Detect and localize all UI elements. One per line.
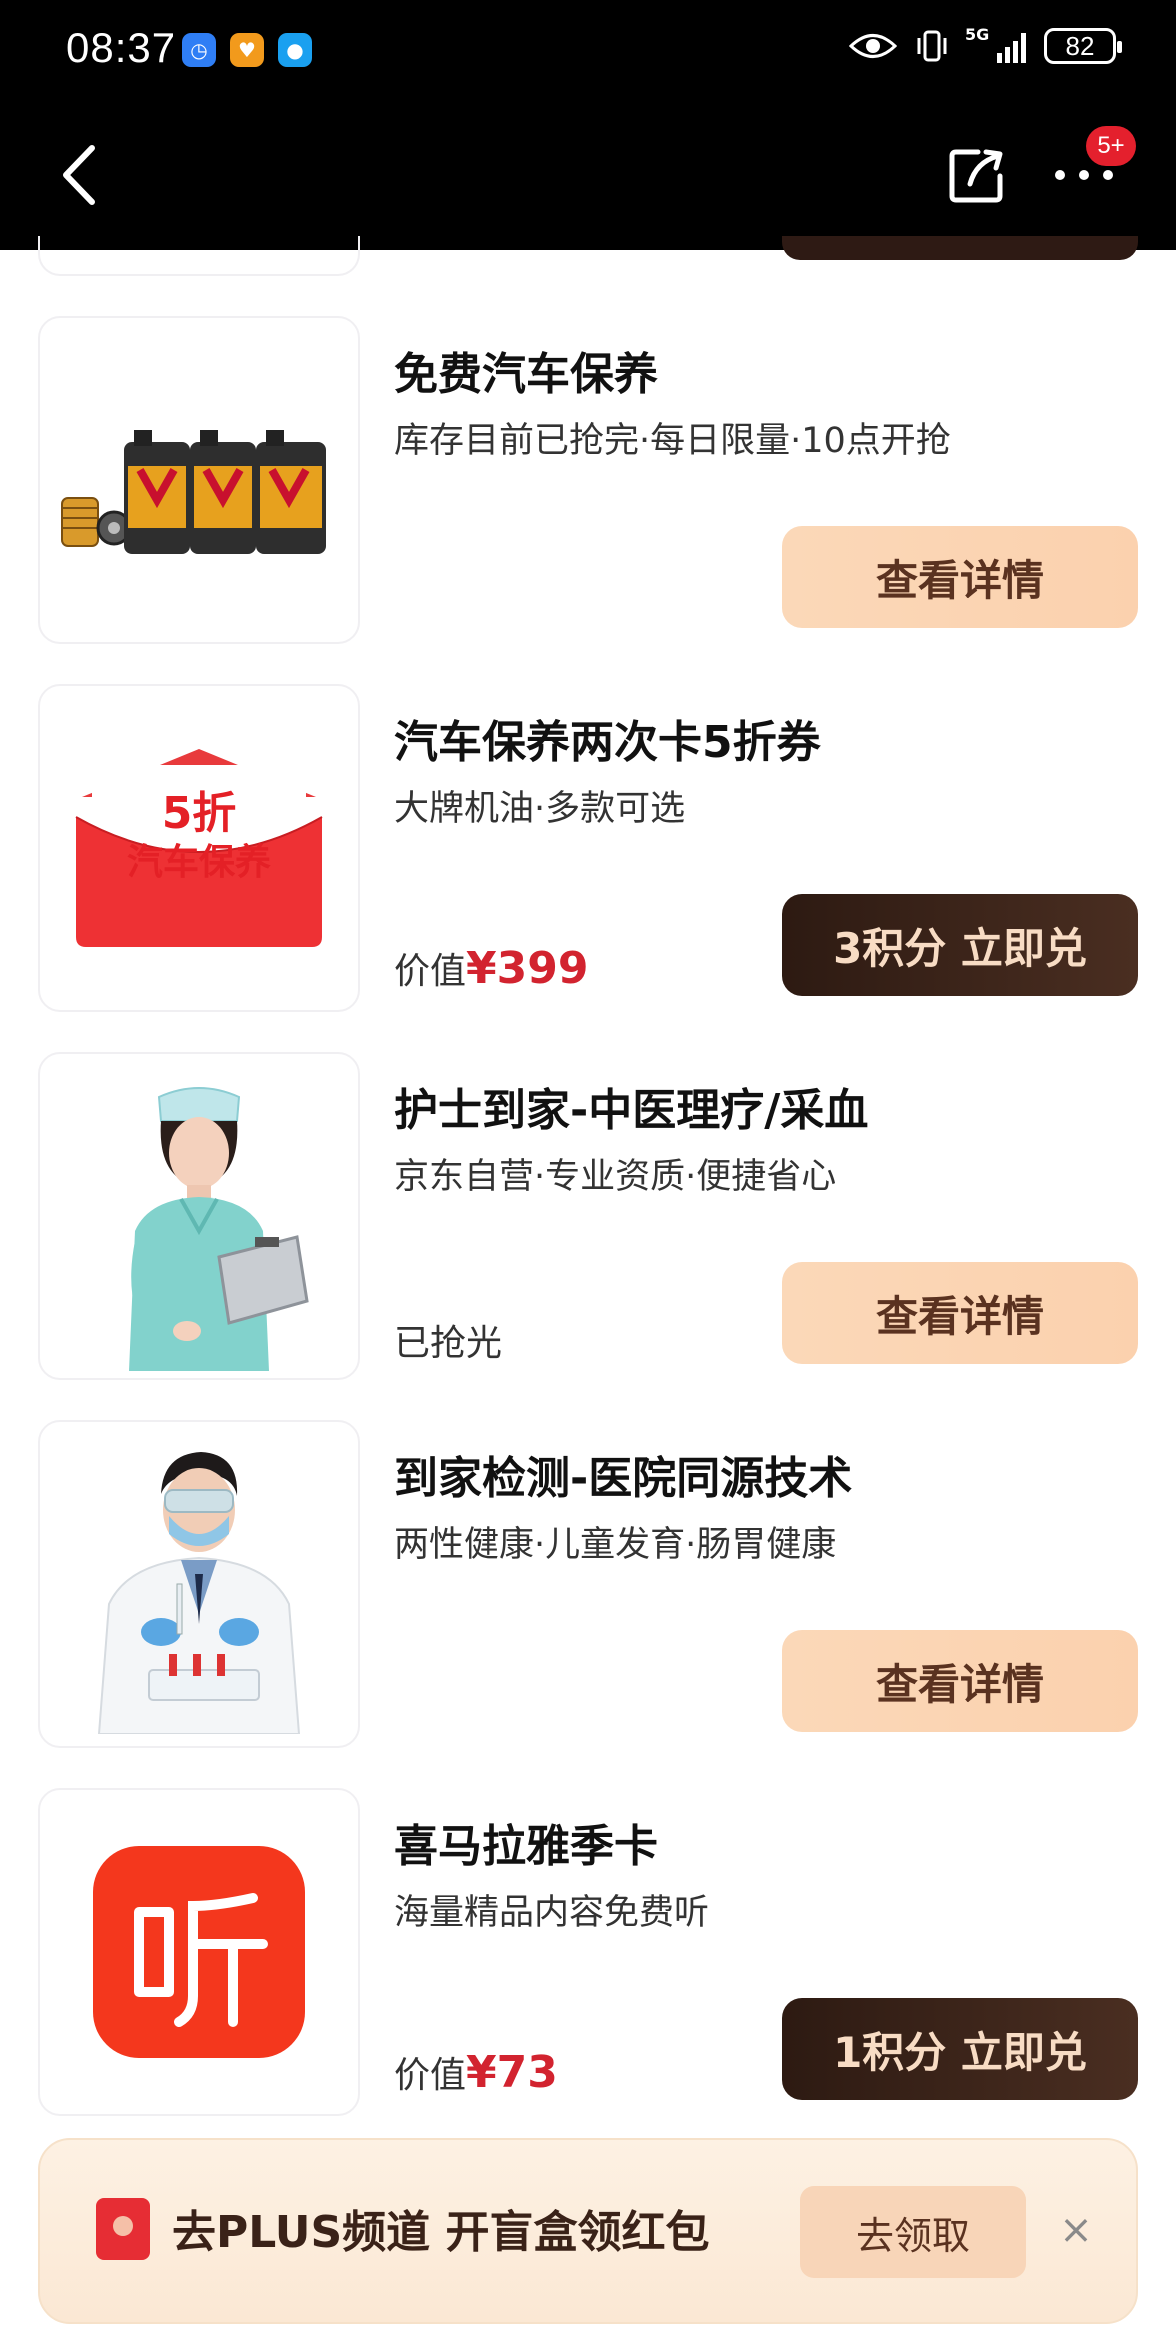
eye-icon	[849, 34, 897, 58]
item-subtitle: 两性健康·儿童发育·肠胃健康	[394, 1525, 837, 1565]
product-thumbnail	[38, 316, 360, 644]
status-time: 08:37	[66, 24, 177, 71]
list-item-home-testing[interactable]: 到家检测-医院同源技术 两性健康·儿童发育·肠胃健康 查看详情	[38, 1420, 1138, 1748]
product-thumbnail	[38, 1420, 360, 1748]
item-title: 汽车保养两次卡5折券	[394, 717, 821, 768]
notification-icons: ◷ ♥ ●	[182, 33, 312, 67]
vibrate-icon	[917, 30, 947, 62]
battery-indicator: 82	[1044, 28, 1122, 64]
item-title: 到家检测-医院同源技术	[394, 1453, 853, 1504]
notification-badge: 5+	[1086, 126, 1136, 166]
nurse-image	[129, 1087, 309, 1371]
item-title: 护士到家-中医理疗/采血	[394, 1085, 869, 1136]
signal-icon: 5G	[965, 25, 1026, 63]
item-subtitle: 库存目前已抢完·每日限量·10点开抢	[394, 421, 951, 461]
red-envelope-image: 5折 汽车保养	[72, 747, 326, 949]
back-button[interactable]	[56, 140, 106, 210]
sold-out-label: 已抢光	[394, 1323, 503, 1364]
item-price: ¥73	[466, 2047, 558, 2098]
coupon-label-text: 汽车保养	[126, 842, 271, 883]
lab-doctor-image	[97, 1452, 301, 1734]
share-button[interactable]	[948, 146, 1006, 204]
item-value: 价值¥73	[394, 2046, 558, 2098]
item-subtitle: 海量精品内容免费听	[394, 1893, 710, 1933]
orange-app-icon: ♥	[230, 33, 264, 67]
red-envelope-icon	[96, 2198, 150, 2260]
close-icon[interactable]: ×	[1052, 2206, 1100, 2254]
ximalaya-logo-icon	[93, 1846, 305, 2058]
list-item-free-maintenance[interactable]: 免费汽车保养 库存目前已抢完·每日限量·10点开抢 查看详情	[38, 316, 1138, 644]
view-details-button[interactable]: 查看详情	[782, 1262, 1138, 1364]
value-label: 价值	[394, 2055, 467, 2096]
banner-text: 去PLUS频道 开盲盒领红包	[172, 2207, 710, 2258]
network-label: 5G	[965, 25, 990, 44]
partial-card-button[interactable]	[782, 236, 1138, 260]
redeem-button[interactable]: 3积分 立即兑	[782, 894, 1138, 996]
product-thumbnail	[38, 1052, 360, 1380]
item-price: ¥399	[466, 943, 589, 994]
engine-oil-image	[61, 430, 326, 554]
coupon-discount-text: 5折	[161, 788, 237, 839]
message-app-icon: ●	[278, 33, 312, 67]
item-title: 免费汽车保养	[394, 349, 658, 400]
status-right: 5G 82	[849, 25, 1122, 64]
item-value: 价值¥399	[394, 942, 588, 994]
view-details-button[interactable]: 查看详情	[782, 526, 1138, 628]
claim-button[interactable]: 去领取	[800, 2186, 1026, 2278]
value-label: 价值	[394, 951, 467, 992]
redeem-button[interactable]: 1积分 立即兑	[782, 1998, 1138, 2100]
partial-card-thumb	[38, 236, 360, 276]
item-subtitle: 京东自营·专业资质·便捷省心	[394, 1157, 837, 1197]
list-item-nurse-home[interactable]: 护士到家-中医理疗/采血 京东自营·专业资质·便捷省心 已抢光 查看详情	[38, 1052, 1138, 1380]
item-subtitle: 大牌机油·多款可选	[394, 789, 686, 829]
top-bar: 08:37 ◷ ♥ ● 5G 82 5+	[0, 0, 1176, 250]
clock-app-icon: ◷	[182, 33, 216, 67]
item-title: 喜马拉雅季卡	[394, 1821, 658, 1872]
view-details-button[interactable]: 查看详情	[782, 1630, 1138, 1732]
product-thumbnail	[38, 1788, 360, 2116]
plus-promo-banner[interactable]: 去PLUS频道 开盲盒领红包 去领取 ×	[38, 2138, 1138, 2324]
product-thumbnail: 5折 汽车保养	[38, 684, 360, 1012]
list-item-ximalaya-card[interactable]: 喜马拉雅季卡 海量精品内容免费听 价值¥73 1积分 立即兑	[38, 1788, 1138, 2116]
list-item-maintenance-coupon[interactable]: 5折 汽车保养 汽车保养两次卡5折券 大牌机油·多款可选 价值¥399 3积分 …	[38, 684, 1138, 1012]
